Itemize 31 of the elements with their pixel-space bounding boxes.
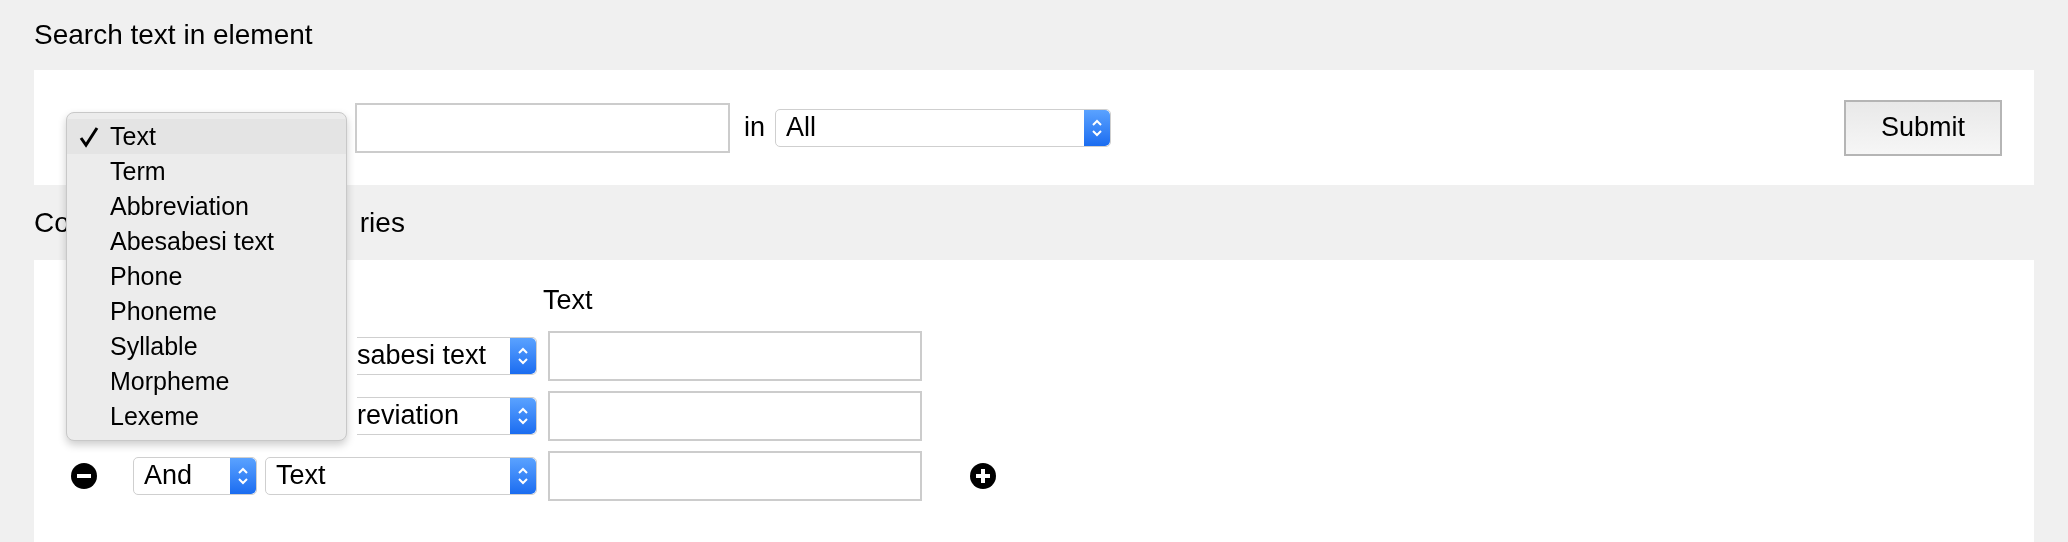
add-icon[interactable] — [969, 461, 997, 490]
select[interactable]: All — [775, 108, 1111, 147]
stepper-icon — [1084, 109, 1110, 146]
menu-item[interactable]: Morpheme — [67, 364, 346, 399]
stepper-icon — [510, 337, 536, 374]
select[interactable]: Text — [265, 456, 537, 495]
section-heading: ries — [359, 205, 405, 240]
select[interactable]: And — [133, 456, 257, 495]
menu-item[interactable]: Phone — [67, 259, 346, 294]
in-label: in — [744, 111, 765, 145]
menu-item[interactable]: Text — [67, 119, 346, 154]
checkmark-icon — [79, 125, 99, 148]
text-field[interactable] — [548, 450, 922, 501]
select[interactable]: sabesi text — [357, 336, 537, 375]
text-field[interactable] — [548, 330, 922, 381]
menu-item[interactable]: Abesabesi text — [67, 224, 346, 259]
menu-item[interactable]: Term — [67, 154, 346, 189]
submit-button[interactable]: Submit — [1844, 99, 2002, 156]
menu-item[interactable]: Abbreviation — [67, 189, 346, 224]
text-field[interactable] — [548, 390, 922, 441]
stepper-icon — [510, 397, 536, 434]
stepper-icon — [230, 457, 256, 494]
column-label: Text — [543, 284, 593, 317]
menu-item[interactable]: Syllable — [67, 329, 346, 364]
remove-icon[interactable] — [69, 461, 98, 490]
menu-item[interactable]: Lexeme — [67, 399, 346, 434]
search-field[interactable] — [355, 102, 730, 153]
stepper-icon — [510, 457, 536, 494]
section-heading: Search text in element — [34, 18, 313, 52]
menu-item[interactable]: Phoneme — [67, 294, 346, 329]
select[interactable]: reviation — [357, 396, 537, 435]
